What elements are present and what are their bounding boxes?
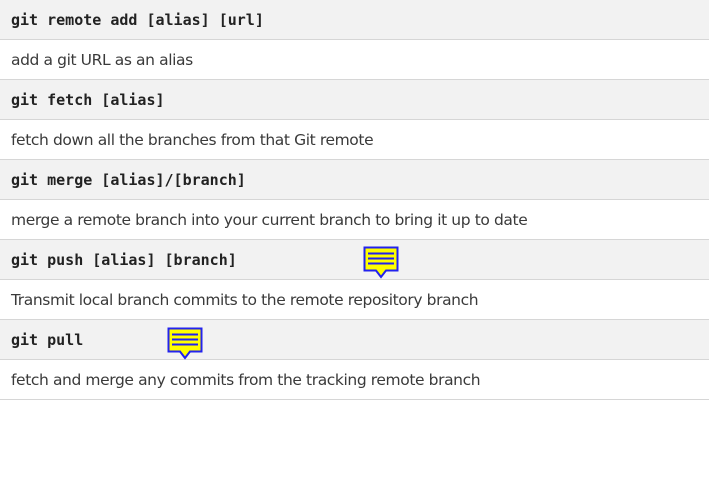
command-text: git fetch [alias]: [11, 90, 165, 109]
description-text: Transmit local branch commits to the rem…: [11, 290, 479, 309]
command-row: git push [alias] [branch]: [0, 240, 709, 280]
command-row: git remote add [alias] [url]: [0, 0, 709, 40]
command-text: git remote add [alias] [url]: [11, 10, 264, 29]
description-text: merge a remote branch into your current …: [11, 210, 528, 229]
sticky-note-icon[interactable]: [363, 246, 399, 280]
description-text: fetch down all the branches from that Gi…: [11, 130, 374, 149]
description-row: fetch and merge any commits from the tra…: [0, 360, 709, 400]
command-text: git pull: [11, 330, 84, 349]
description-row: Transmit local branch commits to the rem…: [0, 280, 709, 320]
command-text: git push [alias] [branch]: [11, 250, 237, 269]
command-row: git fetch [alias]: [0, 80, 709, 120]
description-text: add a git URL as an alias: [11, 50, 193, 69]
command-row: git pull: [0, 320, 709, 360]
description-row: merge a remote branch into your current …: [0, 200, 709, 240]
sticky-note-icon[interactable]: [167, 327, 203, 361]
git-cheatsheet-table: git remote add [alias] [url] add a git U…: [0, 0, 709, 480]
command-text: git merge [alias]/[branch]: [11, 170, 246, 189]
description-row: fetch down all the branches from that Gi…: [0, 120, 709, 160]
command-row: git merge [alias]/[branch]: [0, 160, 709, 200]
description-text: fetch and merge any commits from the tra…: [11, 370, 481, 389]
description-row: add a git URL as an alias: [0, 40, 709, 80]
